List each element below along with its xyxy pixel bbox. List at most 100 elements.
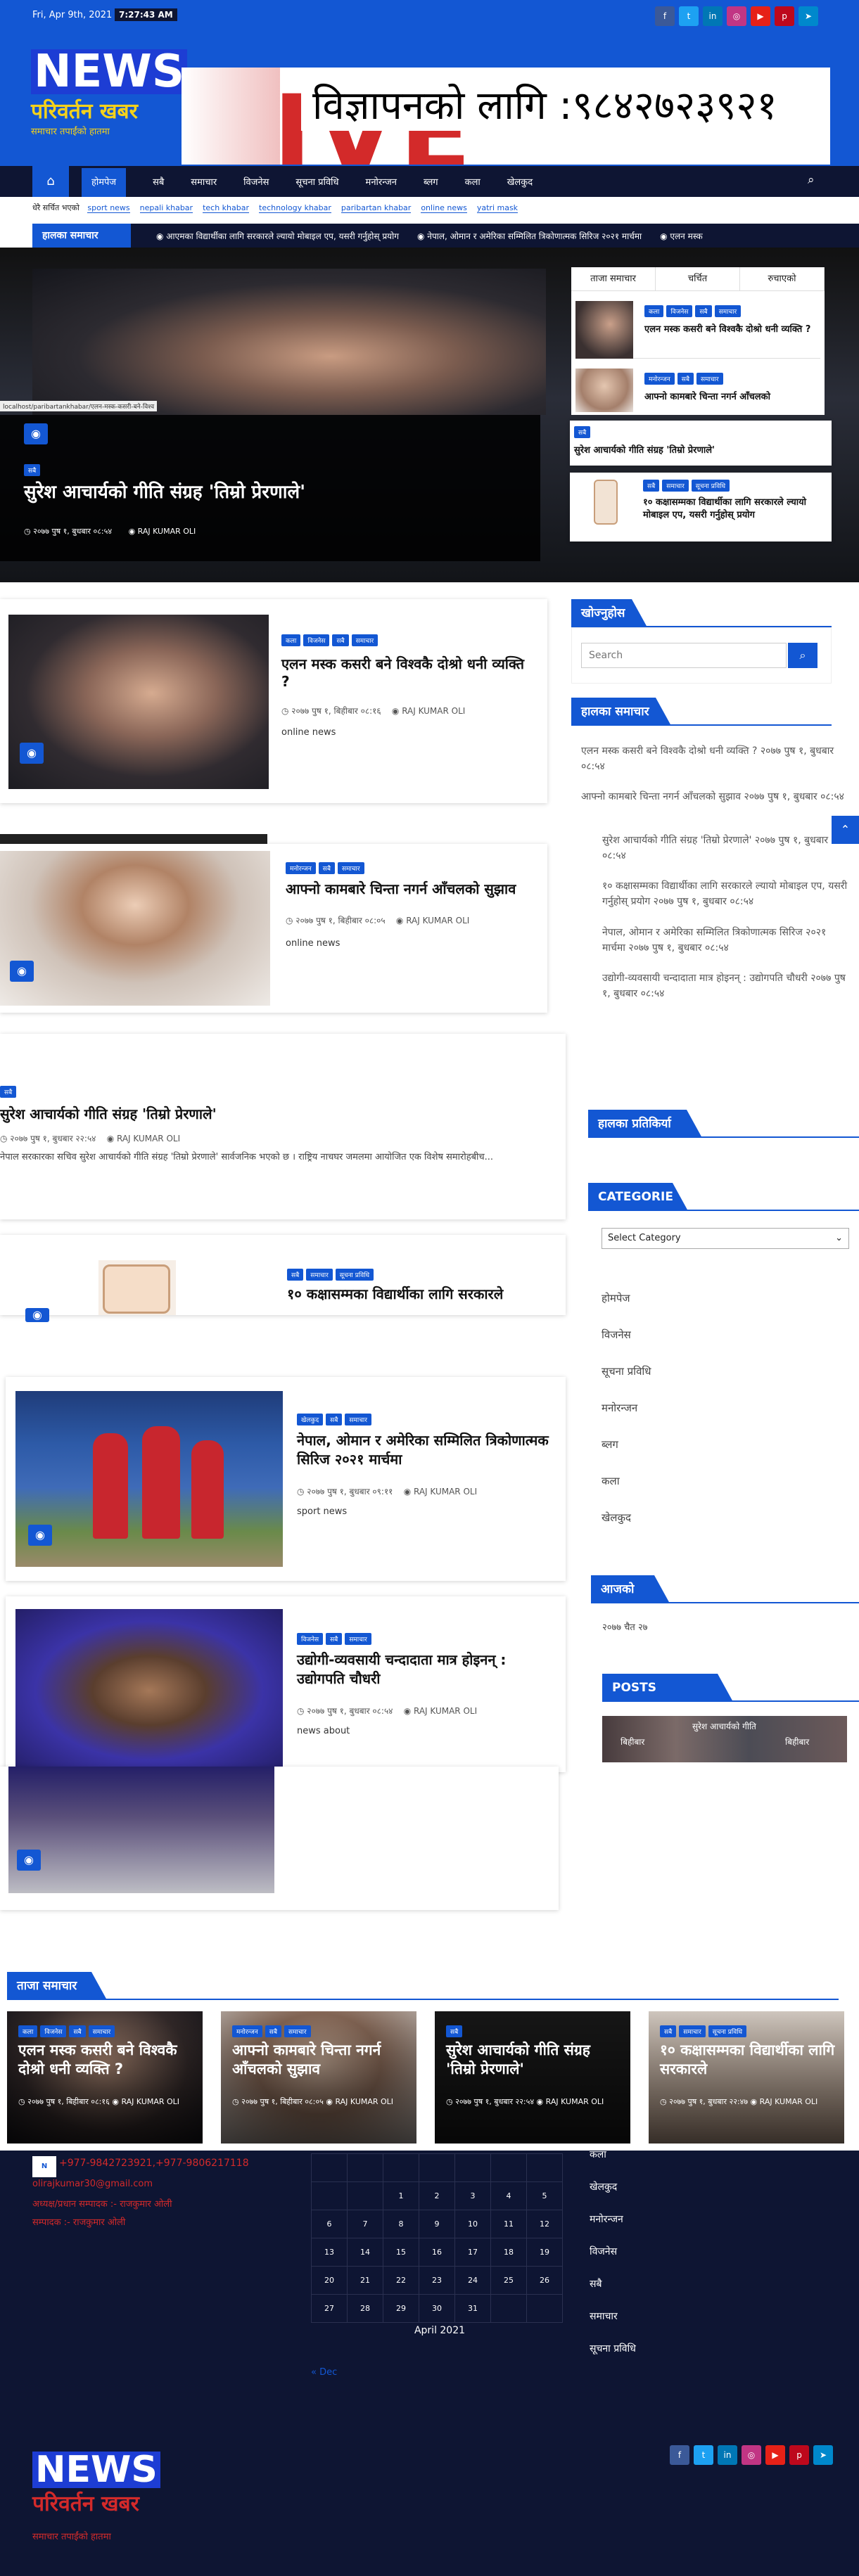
category-badge[interactable]: विजनेस — [297, 1633, 324, 1645]
category-badge[interactable]: सबै — [660, 2025, 677, 2037]
category-select[interactable]: Select Category ⌄ — [602, 1228, 849, 1249]
category-badge[interactable]: विजनेस — [666, 305, 693, 317]
recent-item[interactable]: आफ्नो कामबारे चिन्ता नगर्न आँचलको सुझाव … — [581, 790, 848, 805]
footer-category-link[interactable]: विजनेस — [590, 2245, 617, 2258]
category-link[interactable]: होमपेज — [602, 1291, 630, 1305]
post-2-title[interactable]: आफ्नो कामबारे चिन्ता नगर्न आँचलको सुझाव — [286, 879, 546, 898]
post-card-1[interactable]: कला विजनेस सबै समाचार एलन मस्क कसरी बने विश… — [0, 599, 547, 803]
category-badge[interactable]: मनोरन्जन — [644, 373, 675, 385]
pinterest-icon[interactable]: p — [789, 2445, 809, 2465]
category-badge[interactable]: समाचार — [88, 2025, 115, 2037]
tag-link[interactable]: tech khabar — [203, 203, 250, 213]
post-5-tag[interactable]: sport news — [297, 1506, 347, 1517]
category-badge[interactable]: समाचार — [284, 2025, 311, 2037]
footer-logo[interactable]: NEWS परिवर्तन खबर समाचार तपाईंको हातमा — [32, 2452, 160, 2542]
category-badge[interactable]: सबै — [695, 305, 712, 317]
category-badge[interactable]: कला — [644, 305, 664, 317]
nav-item[interactable]: विजनेस — [243, 177, 269, 188]
post-1-image[interactable] — [8, 615, 269, 789]
footer-category-link[interactable]: सबै — [590, 2277, 602, 2290]
trending-title[interactable]: सुरेश आचार्यको गीति संग्रह 'तिम्रो प्रेर… — [446, 2041, 622, 2080]
linkedin-icon[interactable]: in — [718, 2445, 737, 2465]
trending-card[interactable]: मनोरन्जन सबै समाचार आफ्नो कामबारे चिन्ता नग… — [221, 2011, 416, 2144]
recent-item[interactable]: एलन मस्क कसरी बने विश्वकै दोश्रो धनी व्य… — [581, 744, 848, 774]
category-badge[interactable]: कला — [18, 2025, 38, 2037]
category-badge[interactable]: मनोरन्जन — [232, 2025, 262, 2037]
post-1-tag[interactable]: online news — [281, 727, 336, 738]
post-card-2[interactable]: मनोरन्जन सबै समाचार आफ्नो कामबारे चिन्ता न… — [0, 844, 547, 1013]
calendar-prev-link[interactable]: « Dec — [311, 2367, 337, 2378]
recent-item[interactable]: उद्योगी-व्यवसायी चन्दादाता मात्र होइनन् … — [602, 971, 848, 1001]
trending-title[interactable]: १० कक्षासम्मका विद्यार्थीका लागि सरकारले — [660, 2041, 836, 2080]
ticker-item[interactable]: एलन मस्क — [670, 231, 702, 241]
category-badge[interactable]: सबै — [326, 1633, 343, 1645]
tab-post-3[interactable]: सबै सुरेश आचार्यको गीति संग्रह 'तिम्रो प… — [570, 421, 832, 466]
search-submit-button[interactable]: ⌕ — [788, 643, 817, 668]
footer-category-link[interactable]: सूचना प्रविधि — [590, 2342, 636, 2355]
tab-1[interactable]: ताजा समाचार — [571, 267, 656, 290]
nav-item[interactable]: खेलकुद — [507, 177, 533, 188]
category-badge[interactable]: समाचार — [345, 1633, 371, 1645]
category-badge[interactable]: सबै — [326, 1414, 343, 1425]
category-badge[interactable]: सबै — [0, 1086, 17, 1098]
category-badge[interactable]: सबै — [265, 2025, 281, 2037]
nav-item[interactable]: सबै — [153, 177, 164, 188]
footer-category-link[interactable]: समाचार — [590, 2309, 618, 2323]
tag-link[interactable]: technology khabar — [259, 203, 331, 213]
ticker-item[interactable]: नेपाल, ओमान र अमेरिका सम्मिलित त्रिकोणात… — [427, 231, 642, 241]
instagram-icon[interactable]: ◎ — [727, 6, 746, 26]
carousel-item-2[interactable]: सुरेश आचार्यको गीति — [692, 1720, 770, 1732]
footer-email[interactable]: olirajkumar30@gmail.com — [32, 2179, 153, 2189]
facebook-icon[interactable]: f — [655, 6, 675, 26]
category-badge[interactable]: समाचार — [345, 1414, 371, 1425]
facebook-icon[interactable]: f — [670, 2445, 689, 2465]
pinterest-icon[interactable]: p — [775, 6, 794, 26]
category-badge[interactable]: सबै — [677, 373, 694, 385]
category-badge[interactable]: सबै — [446, 2025, 463, 2037]
tag-link[interactable]: paribartan khabar — [341, 203, 412, 213]
category-badge[interactable]: सूचना प्रविधि — [691, 480, 730, 492]
ad-banner[interactable]: LIVE NEWS विज्ञापनको लागि :९८४२७२३९२१ — [182, 68, 830, 165]
category-badge[interactable]: खेलकुद — [297, 1414, 324, 1425]
twitter-icon[interactable]: t — [694, 2445, 713, 2465]
trending-card[interactable]: सबै समाचार सूचना प्रविधि १० कक्षासम्मका विद… — [649, 2011, 844, 2144]
recent-item[interactable]: १० कक्षासम्मका विद्यार्थीका लागि सरकारले… — [602, 879, 848, 909]
trending-title[interactable]: आफ्नो कामबारे चिन्ता नगर्न आँचलको सुझाव — [232, 2041, 408, 2080]
category-badge[interactable]: सबै — [318, 862, 335, 874]
post-card-3[interactable]: सबै सुरेश आचार्यको गीति संग्रह 'तिम्रो प… — [0, 1034, 566, 1219]
tab-2[interactable]: चर्चित — [656, 267, 740, 290]
trending-card[interactable]: सबै सुरेश आचार्यको गीति संग्रह 'तिम्रो प्… — [435, 2011, 630, 2144]
category-badge[interactable]: सबै — [332, 634, 349, 646]
post-4-title[interactable]: १० कक्षासम्मका विद्यार्थीका लागि सरकारले — [287, 1284, 554, 1304]
category-badge[interactable]: विजनेस — [40, 2025, 67, 2037]
nav-item[interactable]: समाचार — [191, 177, 217, 188]
post-6-title[interactable]: उद्योगी-व्यवसायी चन्दादाता मात्र होइनन् … — [297, 1650, 557, 1688]
nav-item[interactable]: होमपेज — [82, 168, 127, 197]
twitter-icon[interactable]: t — [679, 6, 699, 26]
post-5-image[interactable] — [15, 1391, 283, 1567]
search-input[interactable] — [581, 643, 787, 668]
post-3-title[interactable]: सुरेश आचार्यको गीति संग्रह 'तिम्रो प्रेर… — [0, 1104, 217, 1123]
category-badge[interactable]: सबै — [69, 2025, 86, 2037]
category-badge[interactable]: समाचार — [337, 862, 364, 874]
category-link[interactable]: कला — [602, 1474, 620, 1488]
footer-category-link[interactable]: कला — [590, 2148, 606, 2161]
post-2-image[interactable] — [0, 851, 270, 1006]
category-badge[interactable]: सबै — [643, 480, 660, 492]
nav-item[interactable]: ब्लग — [424, 177, 438, 188]
tab-post-1[interactable]: कला विजनेस सबै समाचार एलन मस्क कसरी बने विश… — [575, 298, 820, 359]
trending-card[interactable]: कला विजनेस सबै समाचार एलन मस्क कसरी बने विश्… — [7, 2011, 203, 2144]
home-icon[interactable]: ⌂ — [32, 166, 69, 197]
post-5-title[interactable]: नेपाल, ओमान र अमेरिका सम्मिलित त्रिकोणात… — [297, 1430, 550, 1468]
post-card-6[interactable]: विजनेस सबै समाचार उद्योगी-व्यवसायी चन्दादा… — [6, 1596, 566, 1772]
hero-image[interactable] — [32, 269, 546, 415]
category-badge[interactable]: सबै — [287, 1269, 304, 1281]
tab-post-4[interactable]: सबै समाचार सूचना प्रविधि १० कक्षासम्मका वि… — [570, 473, 832, 542]
tab-post-3-title[interactable]: सुरेश आचार्यको गीति संग्रह 'तिम्रो प्रेर… — [574, 443, 715, 456]
post-card-5[interactable]: खेलकुद सबै समाचार नेपाल, ओमान र अमेरिका सम… — [6, 1377, 566, 1581]
search-icon[interactable]: ⌕ — [808, 173, 815, 187]
category-badge[interactable]: मनोरन्जन — [286, 862, 316, 874]
logo[interactable]: NEWS परिवर्तन खबर समाचार तपाईंको हातमा — [31, 49, 187, 137]
youtube-icon[interactable]: ▶ — [751, 6, 770, 26]
category-link[interactable]: ब्लग — [602, 1437, 618, 1452]
